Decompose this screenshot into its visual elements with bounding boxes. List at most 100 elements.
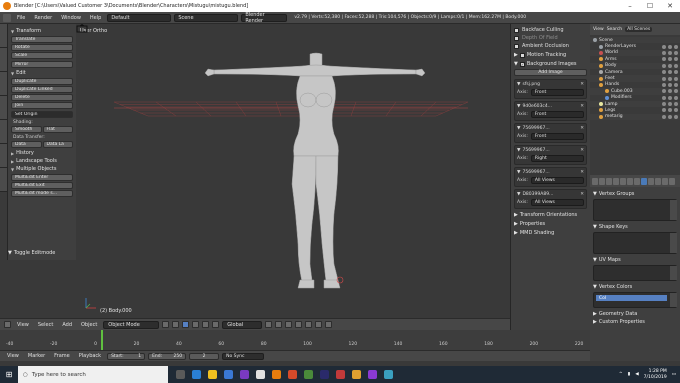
join-button[interactable]: Join	[11, 102, 73, 109]
remove-icon[interactable]: ✕	[580, 126, 584, 131]
particles-tab-icon[interactable]	[662, 177, 668, 185]
visibility-toggles[interactable]	[662, 82, 678, 87]
layer-icon[interactable]	[295, 321, 303, 328]
eye-icon[interactable]	[662, 82, 666, 87]
list-side-controls[interactable]	[670, 200, 677, 220]
camera-icon[interactable]	[674, 76, 678, 81]
visibility-toggles[interactable]	[662, 44, 678, 49]
outliner-tab-view[interactable]: View	[593, 27, 604, 32]
expand-triangle-icon[interactable]: ▼	[517, 104, 520, 109]
multiedit-enter-button[interactable]: MultiEdit Enter	[11, 174, 73, 181]
steam-icon[interactable]	[320, 370, 329, 379]
duplicate-button[interactable]: Duplicate	[11, 78, 73, 85]
camera-icon[interactable]	[674, 102, 678, 107]
mirror-button[interactable]: Mirror	[11, 61, 73, 68]
render-tab-icon[interactable]	[592, 177, 598, 185]
remove-icon[interactable]: ✕	[580, 192, 584, 197]
menu-view[interactable]: View	[4, 353, 22, 359]
mode-select[interactable]: Object Mode	[103, 320, 160, 329]
smooth-button[interactable]: Smooth	[11, 126, 42, 133]
visibility-toggles[interactable]	[662, 63, 678, 68]
background-images-header[interactable]: ▼ ✓ Background Images	[514, 61, 587, 67]
multiedit-mode-button[interactable]: MultiEdit mode s...	[11, 190, 73, 197]
cursor-icon[interactable]	[668, 76, 672, 81]
duplicate-linked-button[interactable]: Duplicate Linked	[11, 86, 73, 93]
expand-triangle-icon[interactable]: ▼	[517, 148, 520, 153]
cursor-icon[interactable]	[668, 82, 672, 87]
cursor-icon[interactable]	[668, 114, 672, 119]
visibility-toggles[interactable]	[662, 102, 678, 107]
3d-viewport[interactable]: User Ortho (2) Body.000	[76, 24, 510, 318]
store-icon[interactable]	[224, 370, 233, 379]
edge-icon[interactable]	[192, 370, 201, 379]
render-layers-tab-icon[interactable]	[599, 177, 605, 185]
visibility-toggles[interactable]	[662, 50, 678, 55]
properties-header[interactable]: ▶ Properties	[514, 221, 587, 227]
close-button[interactable]: ✕	[660, 0, 680, 12]
clock[interactable]: 1:28 PM 7/10/2019	[644, 369, 667, 381]
snap-icon[interactable]	[315, 321, 323, 328]
network-icon[interactable]: ▮	[628, 372, 630, 377]
cursor-icon[interactable]	[668, 70, 672, 75]
world-tab-icon[interactable]	[613, 177, 619, 185]
app-icon[interactable]	[384, 370, 393, 379]
uv-maps-list[interactable]	[593, 265, 677, 281]
menu-file[interactable]: File	[14, 15, 28, 21]
render-engine-select[interactable]: Blender Render	[241, 12, 288, 24]
camera-icon[interactable]	[674, 114, 678, 119]
menu-help[interactable]: Help	[87, 15, 104, 21]
physics-tab-icon[interactable]	[669, 177, 675, 185]
windows-start-icon[interactable]: ⊞	[0, 366, 18, 383]
menu-frame[interactable]: Frame	[51, 353, 73, 359]
outliner-row[interactable]: metarig	[590, 113, 680, 121]
rotate-button[interactable]: Rotate	[11, 44, 73, 51]
app-icon[interactable]	[352, 370, 361, 379]
scene-tab-icon[interactable]	[606, 177, 612, 185]
camera-icon[interactable]	[674, 70, 678, 75]
tab-tools[interactable]	[0, 24, 7, 48]
axis-select[interactable]: All Views	[530, 199, 584, 206]
checkbox-box[interactable]	[519, 52, 525, 58]
layer-icon[interactable]	[275, 321, 283, 328]
shading-solid-icon[interactable]	[162, 321, 170, 328]
body-mesh[interactable]	[204, 52, 426, 289]
scale-button[interactable]: Scale	[11, 52, 73, 59]
camera-icon[interactable]	[674, 95, 678, 100]
eye-icon[interactable]	[662, 114, 666, 119]
menu-select[interactable]: Select	[35, 322, 56, 328]
minimize-button[interactable]: –	[620, 0, 640, 12]
tab-animation[interactable]	[0, 96, 7, 120]
action-center-icon[interactable]: ▭	[672, 372, 676, 377]
axis-select[interactable]: Front	[530, 111, 584, 118]
app-icon[interactable]	[336, 370, 345, 379]
list-side-controls[interactable]	[670, 266, 677, 280]
menu-object[interactable]: Object	[78, 322, 100, 328]
motion-tracking-header[interactable]: ▶ Motion Tracking	[514, 52, 587, 58]
multiple-objects-panel-header[interactable]: ▼ Multiple Objects	[11, 166, 73, 172]
end-frame-field[interactable]: End: 250	[148, 352, 187, 360]
vertex-groups-list[interactable]	[593, 199, 677, 221]
menu-view[interactable]: View	[14, 322, 32, 328]
translate-button[interactable]: Translate	[11, 36, 73, 43]
menu-playback[interactable]: Playback	[76, 353, 104, 359]
camera-icon[interactable]	[674, 50, 678, 55]
lock-icon[interactable]	[305, 321, 313, 328]
sync-select[interactable]: No Sync	[222, 352, 265, 360]
editor-type-icon[interactable]	[4, 321, 11, 328]
material-tab-icon[interactable]	[648, 177, 654, 185]
texture-tab-icon[interactable]	[655, 177, 661, 185]
eye-icon[interactable]	[662, 108, 666, 113]
camera-icon[interactable]	[674, 89, 678, 94]
modifiers-tab-icon[interactable]	[634, 177, 640, 185]
volume-icon[interactable]: ◀	[635, 372, 638, 377]
cursor-icon[interactable]	[668, 50, 672, 55]
multiedit-exit-button[interactable]: MultiEdit Exit	[11, 182, 73, 189]
cursor-icon[interactable]	[668, 108, 672, 113]
expand-triangle-icon[interactable]: ▼	[517, 126, 520, 131]
outliner-tab-all-scenes[interactable]: All Scenes	[625, 27, 653, 32]
depth-of-field-checkbox[interactable]: Depth Of Field	[514, 35, 587, 41]
task-view-icon[interactable]	[176, 370, 185, 379]
app-icon[interactable]	[288, 370, 297, 379]
outliner-tab-search[interactable]: Search	[607, 27, 622, 32]
tab-relations[interactable]	[0, 72, 7, 96]
